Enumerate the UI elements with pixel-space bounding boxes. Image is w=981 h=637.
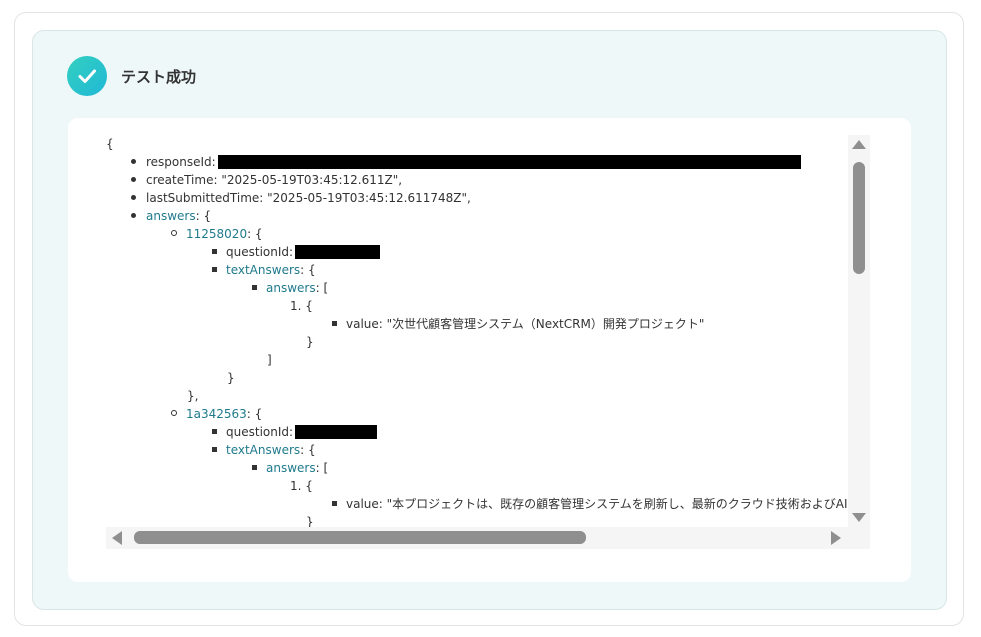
- answers-array-key[interactable]: answers: [266, 281, 316, 295]
- close-item: }: [306, 335, 314, 349]
- answers-row: answers: {: [146, 209, 212, 223]
- header-title: テスト成功: [121, 67, 197, 86]
- bullet-icon: [212, 249, 217, 254]
- result-card: テスト成功 { responseId: createTime: "2025-05…: [14, 12, 964, 626]
- response-id-label: responseId:: [146, 155, 216, 169]
- close-item: }: [306, 515, 314, 527]
- bullet-icon: [332, 321, 337, 326]
- vertical-scroll-thumb[interactable]: [853, 162, 865, 274]
- check-icon: [67, 56, 107, 96]
- create-time-row: createTime: "2025-05-19T03:45:12.611Z",: [146, 173, 403, 187]
- bullet-icon: [212, 267, 217, 272]
- question-id-row: questionId:: [226, 243, 381, 261]
- bullet-icon: [212, 447, 217, 452]
- close-entry: },: [187, 389, 199, 403]
- redacted-value: [295, 425, 378, 439]
- answer-value: value: "本プロジェクトは、既存の顧客管理システムを刷新し、最新のクラウド…: [346, 497, 848, 511]
- scroll-down-icon[interactable]: [852, 513, 866, 522]
- redacted-value: [295, 245, 381, 259]
- answer-value: value: "次世代顧客管理システム（NextCRM）開発プロジェクト": [346, 317, 705, 331]
- answers-array-row: answers: [: [266, 281, 329, 295]
- response-id-row: responseId:: [146, 153, 801, 171]
- json-viewer: { responseId: createTime: "2025-05-19T03…: [68, 118, 911, 582]
- bullet-icon: [131, 177, 136, 182]
- text-answers-key[interactable]: textAnswers: [226, 443, 300, 457]
- answers-key[interactable]: answers: [146, 209, 196, 223]
- bullet-icon: [171, 230, 177, 236]
- close-text-answers: }: [227, 371, 235, 385]
- bullet-icon: [252, 285, 257, 290]
- bullet-icon: [252, 465, 257, 470]
- open-brace: {: [106, 137, 114, 151]
- answers-array-key[interactable]: answers: [266, 461, 316, 475]
- json-content[interactable]: { responseId: createTime: "2025-05-19T03…: [106, 135, 848, 527]
- scroll-right-icon[interactable]: [831, 531, 841, 545]
- bullet-icon: [212, 429, 217, 434]
- bullet-icon: [332, 501, 337, 506]
- close-array: ]: [267, 353, 272, 367]
- bullet-icon: [131, 159, 136, 164]
- test-result-panel: テスト成功 { responseId: createTime: "2025-05…: [32, 30, 947, 610]
- bullet-icon: [171, 410, 177, 416]
- result-header: テスト成功: [67, 56, 196, 96]
- array-item-number: 1. {: [290, 479, 313, 493]
- scroll-up-icon[interactable]: [852, 140, 866, 149]
- text-answers-row: textAnswers: {: [226, 263, 316, 277]
- scroll-left-icon[interactable]: [112, 531, 122, 545]
- answer-entry-key-row: 1a342563: {: [186, 407, 263, 421]
- text-answers-key[interactable]: textAnswers: [226, 263, 300, 277]
- horizontal-scroll-thumb[interactable]: [134, 531, 586, 544]
- question-id-row: questionId:: [226, 423, 378, 441]
- answer-entry-key[interactable]: 11258020: [186, 227, 247, 241]
- answer-entry-key[interactable]: 1a342563: [186, 407, 247, 421]
- answers-array-row: answers: [: [266, 461, 329, 475]
- horizontal-scrollbar[interactable]: [106, 527, 870, 549]
- text-answers-row: textAnswers: {: [226, 443, 316, 457]
- last-submitted-time-row: lastSubmittedTime: "2025-05-19T03:45:12.…: [146, 191, 471, 205]
- bullet-icon: [131, 213, 136, 218]
- array-item-number: 1. {: [290, 299, 313, 313]
- vertical-scrollbar[interactable]: [848, 135, 870, 527]
- answer-entry-key-row: 11258020: {: [186, 227, 263, 241]
- bullet-icon: [131, 195, 136, 200]
- redacted-value: [217, 155, 801, 169]
